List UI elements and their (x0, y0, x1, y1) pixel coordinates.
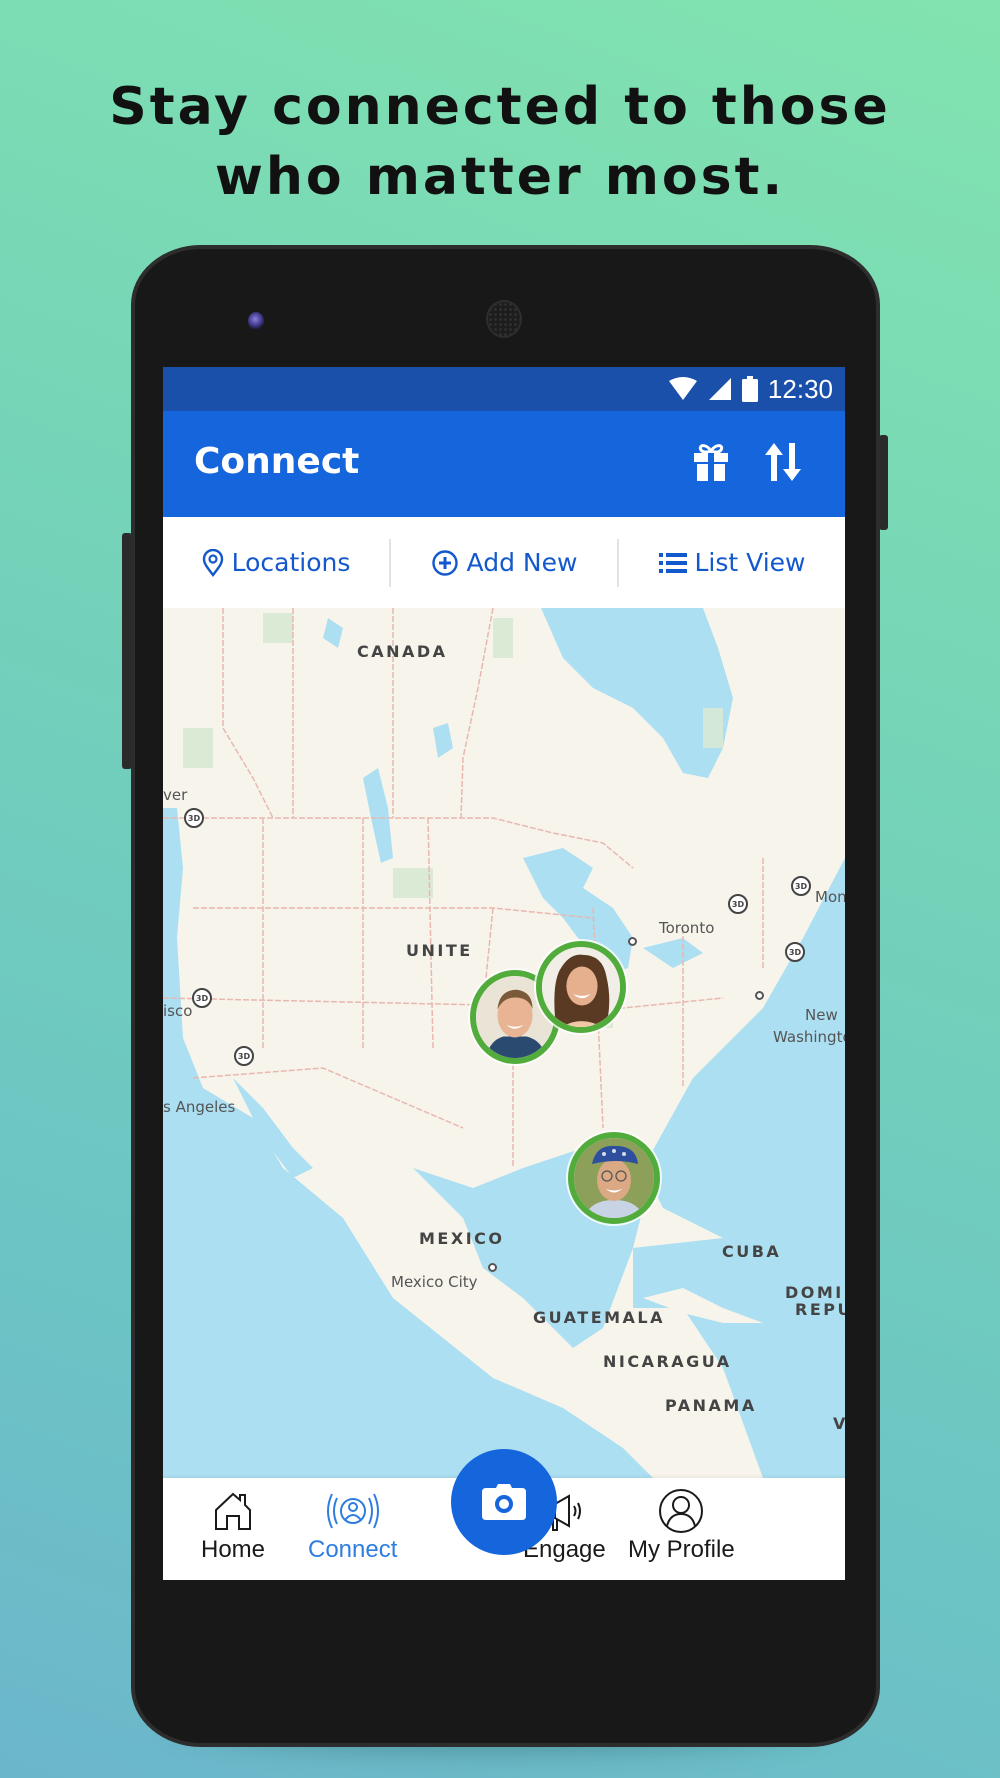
connect-icon (326, 1493, 379, 1529)
nav-home[interactable]: Home (201, 1488, 265, 1564)
location-pin-icon (202, 548, 223, 577)
tab-locations-label: Locations (231, 548, 351, 577)
tab-add-new-label: Add New (466, 548, 578, 577)
map-label-montreal: Mon (815, 888, 845, 906)
map-label-mexico: MEXICO (419, 1229, 505, 1248)
action-tabs: Locations Add New List View (163, 517, 845, 608)
tab-list-view[interactable]: List View (619, 548, 845, 577)
3d-badge[interactable]: 3D (184, 808, 204, 828)
map-label-nicaragua: NICARAGUA (603, 1352, 732, 1371)
person-marker-woman[interactable] (536, 941, 626, 1033)
map-label-panama: PANAMA (665, 1396, 757, 1415)
map-label-united-states: UNITE (406, 941, 473, 960)
cell-signal-icon (708, 378, 731, 400)
nav-connect-label: Connect (308, 1536, 398, 1563)
wifi-icon (668, 377, 697, 400)
list-icon (658, 552, 687, 573)
phone-power-button (879, 435, 888, 530)
3d-badge[interactable]: 3D (791, 876, 811, 896)
tab-locations[interactable]: Locations (163, 548, 389, 577)
tab-list-view-label: List View (694, 548, 806, 577)
sort-icon (765, 443, 801, 481)
phone-screen: 12:30 Connect Locations Add New List Vie… (163, 367, 845, 1580)
profile-icon (659, 1489, 704, 1533)
map-label-san-francisco: isco (163, 1002, 193, 1020)
map-label-washington: Washingto (773, 1028, 845, 1046)
3d-badge[interactable]: 3D (192, 988, 212, 1008)
headline-line-1: Stay connected to those (109, 77, 891, 137)
camera-button[interactable] (451, 1449, 557, 1555)
battery-icon (741, 376, 758, 402)
status-time: 12:30 (767, 373, 833, 404)
elderly-man-avatar-photo (574, 1138, 654, 1218)
status-bar: 12:30 (163, 367, 845, 411)
city-marker-washington (755, 991, 764, 1000)
front-camera (248, 312, 264, 330)
map-label-vancouver: ver (163, 786, 188, 804)
map-label-los-angeles: s Angeles (163, 1098, 236, 1116)
map-label-guatemala: GUATEMALA (533, 1308, 665, 1327)
sort-button[interactable] (763, 441, 803, 483)
tab-add-new[interactable]: Add New (391, 548, 617, 577)
nav-my-profile-label: My Profile (628, 1536, 735, 1563)
nav-connect[interactable]: Connect (308, 1488, 397, 1564)
camera-icon (482, 1484, 526, 1520)
map-label-venezuela: V (833, 1414, 845, 1433)
map-view[interactable]: CANADA UNITE MEXICO CUBA DOMIN REPU GUAT… (163, 608, 845, 1478)
person-marker-elderly-man[interactable] (568, 1132, 660, 1224)
earpiece-speaker (486, 300, 522, 338)
gift-button[interactable] (690, 441, 732, 483)
3d-badge[interactable]: 3D (785, 942, 805, 962)
city-marker-mexico-city (488, 1263, 497, 1272)
map-label-new-york: New (805, 1006, 838, 1024)
headline-line-2: who matter most. (214, 147, 786, 207)
nav-my-profile[interactable]: My Profile (628, 1488, 735, 1564)
map-label-cuba: CUBA (722, 1242, 782, 1261)
headline: Stay connected to those who matter most. (0, 72, 1000, 212)
3d-badge[interactable]: 3D (728, 894, 748, 914)
woman-avatar-photo (542, 947, 620, 1027)
3d-badge[interactable]: 3D (234, 1046, 254, 1066)
map-label-toronto: Toronto (659, 919, 715, 937)
home-icon (215, 1492, 252, 1530)
city-marker-chicago (628, 937, 637, 946)
map-label-canada: CANADA (357, 642, 448, 661)
map-label-mexico-city: Mexico City (391, 1273, 478, 1291)
nav-home-label: Home (201, 1536, 266, 1563)
map-water-hudson-bay (541, 608, 733, 778)
app-bar: Connect (163, 411, 845, 517)
map-label-dominican-republic-2: REPU (795, 1300, 845, 1319)
add-circle-icon (431, 549, 458, 576)
gift-icon (694, 444, 728, 481)
page-title: Connect (194, 441, 360, 482)
